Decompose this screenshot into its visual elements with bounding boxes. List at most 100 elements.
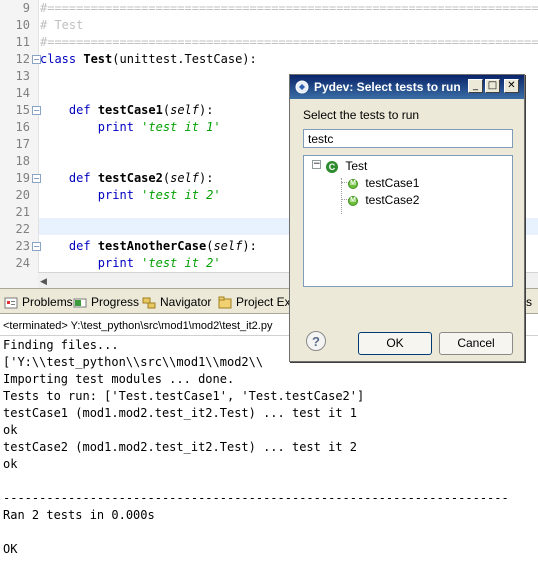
tab-problems[interactable]: Problems xyxy=(4,292,73,312)
code-text: #=======================================… xyxy=(40,34,538,51)
code-text: class Test(unittest.TestCase): xyxy=(40,51,257,68)
code-rest: (unittest.TestCase): xyxy=(112,52,257,66)
filter-input[interactable] xyxy=(303,129,513,148)
keyword: def xyxy=(68,171,91,185)
code-line: 12− class Test(unittest.TestCase): xyxy=(0,51,538,68)
help-button[interactable]: ? xyxy=(306,331,326,351)
line-number: 10 xyxy=(15,18,30,32)
tab-project-explorer[interactable]: Project Exp xyxy=(218,292,297,312)
console-line: testCase1 (mod1.mod2.test_it2.Test) ... … xyxy=(3,406,358,420)
comment: # Test xyxy=(40,18,84,32)
tab-navigator[interactable]: Navigator xyxy=(142,292,211,312)
collapse-toggle-icon[interactable]: − xyxy=(312,160,321,169)
code-text: print 'test it 2' xyxy=(40,187,221,204)
code-text: def testAnotherCase(self): xyxy=(68,239,257,253)
console-line: Tests to run: ['Test.testCase1', 'Test.t… xyxy=(3,389,365,403)
line-number: 23 xyxy=(15,239,30,253)
keyword: print xyxy=(97,256,134,270)
tree-node-test-class[interactable]: C Test xyxy=(326,158,367,174)
dialog-prompt: Select the tests to run xyxy=(303,108,420,122)
code-line: 11 #=====================================… xyxy=(0,34,538,51)
tab-console-partial[interactable]: s xyxy=(526,292,532,312)
line-number: 22 xyxy=(15,222,30,236)
identifier: testCase2 xyxy=(97,171,163,185)
parameter: self xyxy=(170,103,199,117)
tree-node-testcase1[interactable]: M testCase1 xyxy=(348,175,419,191)
keyword: class xyxy=(40,52,77,66)
cancel-button[interactable]: Cancel xyxy=(439,332,513,355)
tree-node-testcase2[interactable]: M testCase2 xyxy=(348,192,419,208)
code-text: def testCase1(self): xyxy=(68,103,214,117)
code-line: 9 #======================================… xyxy=(0,0,538,17)
console-line: OK xyxy=(3,542,18,556)
code-text: # Test xyxy=(40,17,83,34)
scroll-left-arrow-icon[interactable]: ◀ xyxy=(40,276,47,287)
code-rest: ): xyxy=(199,103,214,117)
console-line: ok xyxy=(3,423,18,437)
tree-guide-line xyxy=(341,178,342,214)
tests-tree[interactable]: − C Test M testCase1 M testCase2 xyxy=(303,155,513,287)
string-literal: 'test it 1' xyxy=(141,120,221,134)
select-tests-dialog: Pydev: Select tests to run _ □ ✕ Select … xyxy=(289,74,525,362)
close-button[interactable]: ✕ xyxy=(504,79,519,93)
console-line: Ran 2 tests in 0.000s xyxy=(3,508,155,522)
identifier: testCase1 xyxy=(97,103,163,117)
method-icon: M xyxy=(348,178,358,189)
minimize-button[interactable]: _ xyxy=(468,79,483,93)
keyword: print xyxy=(97,188,134,202)
line-number: 17 xyxy=(15,137,30,151)
line-number: 16 xyxy=(15,120,30,134)
line-number: 9 xyxy=(22,1,30,15)
identifier: testAnotherCase xyxy=(97,239,207,253)
tree-class-label: Test xyxy=(345,159,368,173)
line-number: 20 xyxy=(15,188,30,202)
line-number: 15 xyxy=(15,103,30,117)
parameter: self xyxy=(213,239,243,253)
problems-icon xyxy=(4,296,18,310)
pydev-logo-icon xyxy=(295,80,309,94)
tree-method-label: testCase1 xyxy=(365,176,420,190)
line-number: 19 xyxy=(15,171,30,185)
code-text: def testCase2(self): xyxy=(68,171,214,185)
line-number: 13 xyxy=(15,69,30,83)
console-line: testCase2 (mod1.mod2.test_it2.Test) ... … xyxy=(3,440,358,454)
code-line: 10 # Test xyxy=(0,17,538,34)
code-text: #=======================================… xyxy=(40,0,538,17)
navigator-icon xyxy=(142,296,156,310)
console-line: ----------------------------------------… xyxy=(3,491,509,505)
console-line: Importing test modules ... done. xyxy=(3,372,235,386)
string-literal: 'test it 2' xyxy=(141,188,221,202)
console-output[interactable]: Finding files... ['Y:\\test_python\\src\\… xyxy=(0,337,538,564)
code-rest: ): xyxy=(199,171,214,185)
dialog-title: Pydev: Select tests to run xyxy=(314,80,461,94)
line-number: 24 xyxy=(15,256,30,270)
line-number: 12 xyxy=(15,52,30,66)
comment: #=======================================… xyxy=(40,35,538,49)
identifier: Test xyxy=(83,52,113,66)
tab-progress[interactable]: Progress xyxy=(73,292,139,312)
string-literal: 'test it 2' xyxy=(141,256,221,270)
code-rest: ): xyxy=(242,239,257,253)
method-icon: M xyxy=(348,195,358,206)
code-text: print 'test it 1' xyxy=(40,119,221,136)
console-line: ok xyxy=(3,457,18,471)
line-number: 18 xyxy=(15,154,30,168)
line-number: 11 xyxy=(15,35,30,49)
keyword: def xyxy=(68,239,91,253)
ok-button[interactable]: OK xyxy=(358,332,432,355)
keyword: def xyxy=(68,103,91,117)
comment: #=======================================… xyxy=(40,1,538,15)
parameter: self xyxy=(170,171,199,185)
code-text: print 'test it 2' xyxy=(40,255,221,272)
class-icon: C xyxy=(326,160,338,173)
tree-method-label: testCase2 xyxy=(365,193,420,207)
project-explorer-icon xyxy=(218,296,232,310)
line-number: 21 xyxy=(15,205,30,219)
progress-icon xyxy=(73,296,87,310)
dialog-title-bar[interactable]: Pydev: Select tests to run _ □ ✕ xyxy=(290,75,524,99)
keyword: print xyxy=(97,120,134,134)
maximize-button[interactable]: □ xyxy=(485,79,500,93)
line-number: 14 xyxy=(15,86,30,100)
